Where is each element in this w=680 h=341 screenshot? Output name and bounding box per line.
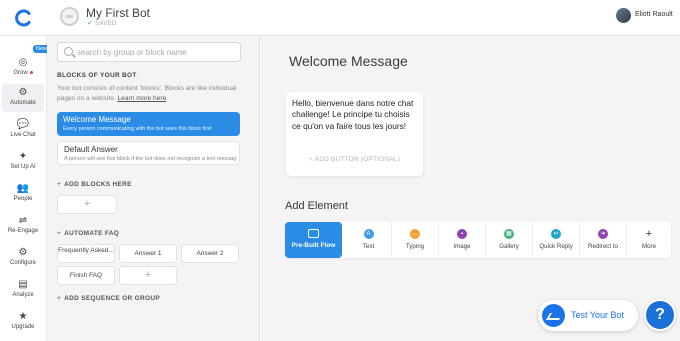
faq-block[interactable]: Answer 2 <box>181 244 239 263</box>
chart-icon: ▤ <box>18 279 28 290</box>
text-card[interactable]: Hello, bienvenue dans notre chat challen… <box>286 92 423 176</box>
automate-icon: ⚙ <box>18 87 28 98</box>
blocks-section-title: BLOCKS OF YOUR BOT <box>57 72 137 79</box>
bot-name[interactable]: My First Bot <box>86 6 150 20</box>
top-bar: My First Bot ✓ SAVED Eliott Raoult <box>0 0 680 36</box>
text-icon: A <box>363 229 374 239</box>
page-title[interactable]: Welcome Message <box>289 53 408 69</box>
plus-icon: + <box>83 198 91 210</box>
typing-element-button[interactable]: … Typing <box>392 222 439 258</box>
nav-live-chat[interactable]: 💬 Live Chat <box>2 116 44 144</box>
search-input[interactable] <box>77 46 237 58</box>
add-button-option[interactable]: + ADD BUTTON (OPTIONAL) <box>286 156 423 163</box>
block-title: Default Answer <box>64 145 118 154</box>
re-engage-icon: ⇌ <box>18 215 28 226</box>
faq-block[interactable]: Frequently Asked... <box>57 244 115 263</box>
add-element-title: Add Element <box>285 200 348 212</box>
user-name[interactable]: Eliott Raoult <box>635 11 673 18</box>
typing-icon: … <box>410 229 420 239</box>
saved-status: ✓ SAVED <box>87 20 117 27</box>
nav-re-engage[interactable]: ⇌ Re-Engage <box>2 212 44 240</box>
blocks-panel: BLOCKS OF YOUR BOT Your bot consists of … <box>47 36 260 341</box>
plus-icon: + <box>57 230 62 237</box>
chatfuel-logo-icon[interactable] <box>14 8 34 28</box>
ai-icon: ✦ <box>18 151 28 162</box>
image-icon: ▪ <box>457 229 467 239</box>
add-sequence-toggle[interactable]: + ADD SEQUENCE OR GROUP <box>57 295 160 302</box>
add-block-button[interactable]: + <box>57 195 117 214</box>
main-editor: Welcome Message Hello, bienvenue dans no… <box>261 36 680 341</box>
test-your-bot-button[interactable]: Test Your Bot <box>538 300 638 331</box>
plus-icon: + <box>57 181 62 188</box>
nav-configure[interactable]: ⚙ Configure <box>2 244 44 272</box>
nav-set-up-ai[interactable]: ✦ Set Up AI <box>2 148 44 176</box>
blocks-description: Your bot consists of content 'blocks'. B… <box>57 85 237 102</box>
redirect-icon: ➔ <box>598 229 608 239</box>
redirect-element-button[interactable]: ➔ Redirect to <box>580 222 627 258</box>
block-subtitle: A person will see this block if the bot … <box>64 156 236 162</box>
grow-icon: ◎ <box>18 57 28 68</box>
plus-icon: + <box>309 156 313 163</box>
block-title: Welcome Message <box>63 115 131 124</box>
help-button[interactable]: ? <box>644 299 676 331</box>
block-subtitle: Every person communicating with the bot … <box>63 126 212 132</box>
faq-block[interactable]: Answer 1 <box>119 244 177 263</box>
notification-dot <box>29 70 33 74</box>
block-default-answer[interactable]: Default Answer A person will see this bl… <box>57 141 240 165</box>
quick-reply-icon: ↩ <box>551 229 561 239</box>
faq-block[interactable]: Finish FAQ <box>57 266 115 285</box>
bot-avatar[interactable] <box>60 7 79 26</box>
chat-bubble-icon: 💬 <box>16 119 30 130</box>
image-element-button[interactable]: ▪ Image <box>439 222 486 258</box>
add-faq-button[interactable]: + <box>119 266 177 285</box>
nav-automate[interactable]: ⚙ Automate <box>2 84 44 112</box>
people-icon: 👥 <box>16 183 30 194</box>
block-welcome-message[interactable]: Welcome Message Every person communicati… <box>57 112 240 136</box>
nav-upgrade[interactable]: ★ Upgrade <box>2 308 44 336</box>
plus-icon: + <box>645 228 653 240</box>
plus-icon: + <box>144 269 152 281</box>
star-icon: ★ <box>18 311 28 322</box>
check-icon: ✓ <box>87 20 94 27</box>
flow-icon <box>308 229 319 238</box>
search-box[interactable] <box>57 42 241 62</box>
quick-reply-element-button[interactable]: ↩ Quick Reply <box>533 222 580 258</box>
automate-faq-toggle[interactable]: + AUTOMATE FAQ <box>57 230 119 237</box>
gallery-icon: ▦ <box>504 229 514 239</box>
user-avatar[interactable] <box>616 8 631 23</box>
messenger-icon <box>542 304 565 327</box>
learn-more-link[interactable]: Learn more here <box>118 95 167 102</box>
message-text[interactable]: Hello, bienvenue dans notre chat challen… <box>292 98 416 132</box>
plus-icon: + <box>57 295 62 302</box>
left-nav: ◎ Grow ⚙ Automate 💬 Live Chat ✦ Set Up A… <box>0 36 47 341</box>
gear-icon: ⚙ <box>18 247 28 258</box>
nav-grow[interactable]: ◎ Grow <box>2 54 44 82</box>
text-element-button[interactable]: A Text <box>346 222 392 258</box>
element-toolbar: Pre-Built Flow A Text … Typing ▪ Image ▦… <box>285 222 671 258</box>
add-blocks-toggle[interactable]: + ADD BLOCKS HERE <box>57 181 132 188</box>
more-element-button[interactable]: + More <box>627 222 671 258</box>
search-icon <box>64 47 73 56</box>
nav-analyze[interactable]: ▤ Analyze <box>2 276 44 304</box>
pre-built-flow-button[interactable]: Pre-Built Flow <box>285 222 342 258</box>
nav-people[interactable]: 👥 People <box>2 180 44 208</box>
gallery-element-button[interactable]: ▦ Gallery <box>486 222 533 258</box>
